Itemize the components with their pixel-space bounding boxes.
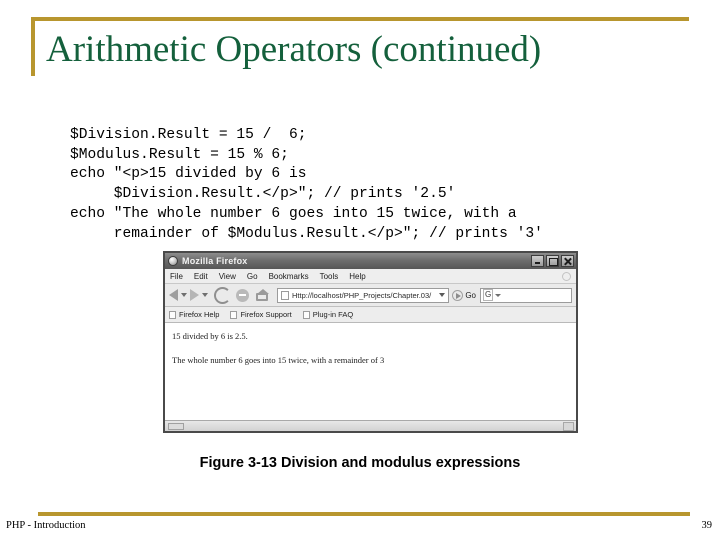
menu-item-go[interactable]: Go xyxy=(247,272,258,281)
bookmark-firefox-support[interactable]: Firefox Support xyxy=(230,310,292,319)
browser-menubar: File Edit View Go Bookmarks Tools Help xyxy=(165,269,576,284)
menu-item-file[interactable]: File xyxy=(170,272,183,281)
chevron-down-icon[interactable] xyxy=(439,293,446,297)
search-input[interactable]: G xyxy=(480,287,572,303)
bookmark-label: Plug-in FAQ xyxy=(312,310,354,319)
firefox-icon xyxy=(168,256,178,266)
progress-indicator xyxy=(168,422,184,430)
footer-page-number: 39 xyxy=(701,520,713,531)
bookmark-label: Firefox Support xyxy=(240,310,292,319)
code-block: $Division.Result = 15 / 6; $Modulus.Resu… xyxy=(70,127,543,242)
chevron-down-icon[interactable] xyxy=(495,293,502,297)
output-paragraph-division: 15 divided by 6 is 2.5. xyxy=(172,331,248,341)
browser-titlebar: Mozilla Firefox xyxy=(165,253,576,269)
reload-icon[interactable] xyxy=(214,286,231,304)
bookmark-firefox-help[interactable]: Firefox Help xyxy=(169,310,219,319)
page-title: Arithmetic Operators (continued) xyxy=(46,29,542,70)
menu-item-help[interactable]: Help xyxy=(349,272,365,281)
footer-rule xyxy=(38,512,690,516)
browser-window-title: Mozilla Firefox xyxy=(182,256,248,266)
address-bar-url: Http://localhost/PHP_Projects/Chapter.03… xyxy=(292,290,432,300)
browser-navigation-toolbar: Http://localhost/PHP_Projects/Chapter.03… xyxy=(165,284,576,307)
close-icon[interactable] xyxy=(561,255,574,267)
browser-page-content: 15 divided by 6 is 2.5. The whole number… xyxy=(165,323,576,415)
go-arrow-icon xyxy=(452,289,464,301)
menu-item-bookmarks[interactable]: Bookmarks xyxy=(269,272,309,281)
footer-left-text: PHP - Introduction xyxy=(6,520,86,531)
menu-item-edit[interactable]: Edit xyxy=(194,272,208,281)
browser-bookmarks-toolbar: Firefox Help Firefox Support Plug-in FAQ xyxy=(165,307,576,323)
bookmark-icon xyxy=(169,310,176,319)
home-icon[interactable] xyxy=(256,289,270,301)
throbber-icon xyxy=(562,272,571,281)
menu-item-view[interactable]: View xyxy=(219,272,236,281)
address-bar[interactable]: Http://localhost/PHP_Projects/Chapter.03… xyxy=(277,287,450,303)
menu-item-tools[interactable]: Tools xyxy=(320,272,339,281)
forward-arrow-icon[interactable] xyxy=(190,289,199,301)
go-button-label: Go xyxy=(465,290,476,300)
bookmark-plugin-faq[interactable]: Plug-in FAQ xyxy=(302,310,354,319)
minimize-icon[interactable] xyxy=(531,255,544,267)
slide-accent-left-bar xyxy=(31,17,35,76)
google-icon: G xyxy=(483,289,494,301)
browser-statusbar xyxy=(165,420,576,431)
stop-icon[interactable] xyxy=(236,288,249,302)
bookmark-icon xyxy=(230,310,238,319)
figure-caption: Figure 3-13 Division and modulus express… xyxy=(199,455,521,471)
forward-dropdown-icon[interactable] xyxy=(202,293,208,297)
browser-window-screenshot: Mozilla Firefox File Edit View Go Bookma… xyxy=(163,251,578,433)
slide-accent-top-rule xyxy=(31,17,689,21)
back-dropdown-icon[interactable] xyxy=(181,293,187,297)
back-arrow-icon[interactable] xyxy=(169,289,178,301)
maximize-icon[interactable] xyxy=(546,255,559,267)
go-button[interactable]: Go xyxy=(452,289,476,301)
page-favicon-icon xyxy=(281,290,289,300)
bookmark-label: Firefox Help xyxy=(179,310,220,319)
output-paragraph-modulus: The whole number 6 goes into 15 twice, w… xyxy=(172,355,385,365)
bookmark-icon xyxy=(302,310,310,319)
resize-grip-icon[interactable] xyxy=(563,421,574,431)
